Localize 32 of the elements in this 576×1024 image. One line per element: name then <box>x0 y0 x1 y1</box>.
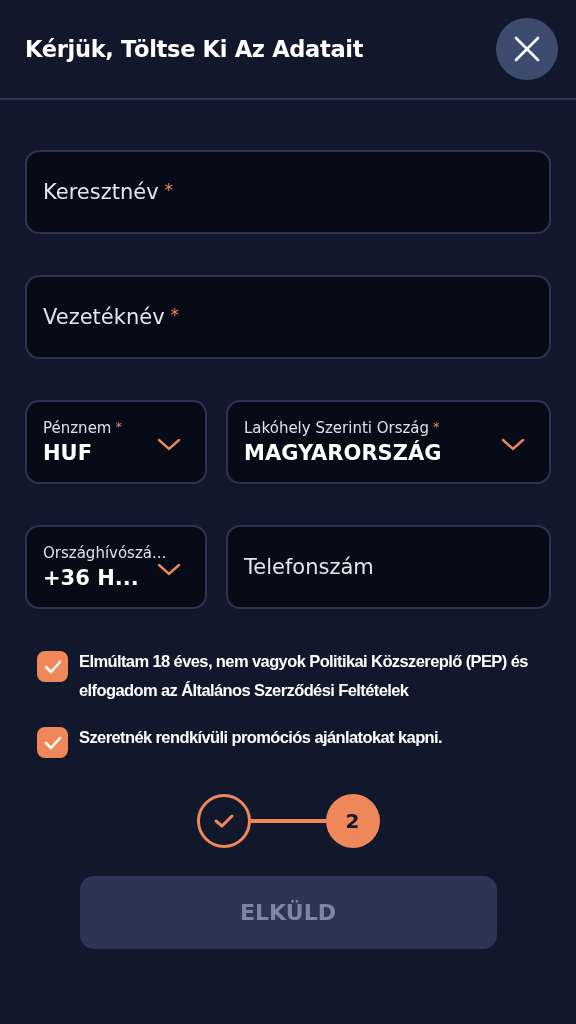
required-asterisk: * <box>115 419 122 434</box>
field-value: MAGYARORSZÁG <box>244 441 442 465</box>
field-value: HUF <box>43 441 92 465</box>
select-field[interactable]: Országhívószá... +36 H... <box>25 525 207 609</box>
input-field[interactable]: Vezetéknév * <box>25 275 551 359</box>
required-asterisk: * <box>164 180 174 200</box>
field-label: Országhívószá... <box>43 544 167 562</box>
checkbox-label: Szeretnék rendkívüli promóciós ajánlatokat kapni. <box>79 727 443 748</box>
checkbox[interactable] <box>37 651 68 682</box>
field-placeholder: Telefonszám <box>244 555 374 579</box>
field-label: Pénznem <box>43 419 112 437</box>
select-field[interactable]: Lakóhely Szerinti Ország * MAGYARORSZÁG <box>226 400 551 484</box>
field-placeholder: Keresztnév <box>43 180 159 204</box>
input-field[interactable]: Keresztnév * <box>25 150 551 234</box>
current-step: 2 <box>325 794 380 848</box>
select-field[interactable]: Pénznem * HUF <box>25 400 207 484</box>
checkbox[interactable] <box>37 727 68 758</box>
required-asterisk: * <box>433 419 440 434</box>
dialog-title: Kérjük, Töltse Ki Az Adatait <box>25 36 364 62</box>
chevron-down-icon <box>157 438 181 452</box>
checkbox-label: Elmúltam 18 éves, nem vagyok Politikai Közszereplő (PEP) és elfogadom az Általános Szerződési Feltételek <box>79 651 529 701</box>
chevron-down-icon <box>157 563 181 577</box>
chevron-down-icon <box>501 438 525 452</box>
check-icon <box>212 813 235 829</box>
field-placeholder: Vezetéknév <box>43 305 165 329</box>
field-value: +36 H... <box>43 566 139 590</box>
field-label: Lakóhely Szerinti Ország <box>244 419 430 437</box>
required-asterisk: * <box>170 305 180 325</box>
close-icon <box>514 36 540 62</box>
check-icon <box>43 735 62 750</box>
input-field[interactable]: Telefonszám <box>226 525 551 609</box>
check-icon <box>43 659 62 674</box>
